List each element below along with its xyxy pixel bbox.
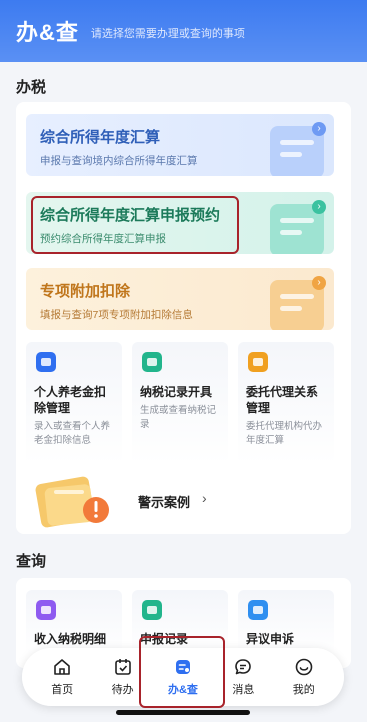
special-deduction-banner[interactable]: 专项附加扣除 填报与查询7项专项附加扣除信息 ›	[26, 268, 334, 330]
pension-deduction-tile[interactable]: 个人养老金扣除管理 录入或查看个人养老金扣除信息	[26, 342, 122, 464]
tile-title: 委托代理关系管理	[246, 385, 319, 415]
tax-record-tile[interactable]: 纳税记录开具 生成或查看纳税记录	[132, 342, 228, 464]
section-title-query: 查询	[16, 553, 47, 570]
filing-records-tile[interactable]: 申报记录	[132, 590, 228, 654]
home-indicator	[116, 710, 250, 715]
warning-folder-icon	[35, 476, 109, 528]
tile-desc: 生成或查看纳税记录	[140, 405, 217, 430]
tab-handle-query[interactable]: 办&查	[158, 657, 208, 697]
chevron-right-icon: ›	[312, 200, 326, 214]
agent-icon	[248, 352, 268, 372]
agent-relationship-tile[interactable]: 委托代理关系管理 委托代理机构代办年度汇算	[238, 342, 334, 464]
tile-desc: 录入或查看个人养老金扣除信息	[34, 421, 111, 446]
tile-title: 收入纳税明细	[34, 632, 107, 646]
objection-icon	[248, 600, 268, 620]
tax-record-icon	[142, 352, 162, 372]
home-icon	[54, 659, 70, 675]
objection-appeal-tile[interactable]: 异议申诉	[238, 590, 334, 654]
tab-label: 首页	[51, 684, 74, 696]
calendar-clock-illustration-icon: ›	[270, 200, 326, 254]
calendar-check-icon	[114, 659, 131, 675]
page-subtitle: 请选择您需要办理或查询的事项	[90, 27, 245, 40]
filing-records-icon	[142, 600, 162, 620]
bottom-tab-bar: 首页 待办 办&查 消息 我的	[22, 648, 344, 706]
warning-cases-label: 警示案例	[138, 495, 191, 510]
pension-icon	[36, 352, 56, 372]
calculator-illustration-icon: ›	[270, 122, 326, 176]
tab-todo[interactable]: 待办	[98, 657, 148, 697]
message-icon	[235, 659, 252, 675]
chevron-right-icon: ›	[202, 490, 207, 506]
settlement-appointment-banner[interactable]: 综合所得年度汇算申报预约 预约综合所得年度汇算申报 ›	[26, 192, 334, 254]
form-edit-illustration-icon: ›	[270, 276, 326, 330]
tab-messages[interactable]: 消息	[218, 657, 268, 697]
tab-profile[interactable]: 我的	[279, 657, 329, 697]
tab-home[interactable]: 首页	[37, 657, 87, 697]
tab-label: 我的	[292, 684, 315, 696]
chevron-right-icon: ›	[312, 276, 326, 290]
tile-title: 纳税记录开具	[140, 385, 213, 399]
tile-desc: 委托代理机构代办年度汇算	[246, 421, 323, 446]
tab-label: 办&查	[167, 684, 198, 696]
tab-label: 消息	[232, 684, 255, 696]
section-title-tax: 办税	[16, 79, 47, 96]
warning-cases-row[interactable]: 警示案例 ›	[16, 466, 351, 534]
chevron-right-icon: ›	[312, 122, 326, 136]
tab-label: 待办	[111, 684, 134, 696]
tile-title: 申报记录	[140, 632, 189, 646]
document-edit-icon	[175, 660, 190, 674]
annual-settlement-banner[interactable]: 综合所得年度汇算 申报与查询境内综合所得年度汇算 ›	[26, 114, 334, 176]
smile-face-icon	[295, 658, 313, 676]
tile-title: 异议申诉	[246, 632, 295, 646]
income-details-icon	[36, 600, 56, 620]
income-tax-details-tile[interactable]: 收入纳税明细	[26, 590, 122, 654]
page-header: 办&查 请选择您需要办理或查询的事项	[0, 0, 367, 62]
page-title: 办&查	[16, 20, 79, 45]
tile-title: 个人养老金扣除管理	[34, 385, 107, 415]
